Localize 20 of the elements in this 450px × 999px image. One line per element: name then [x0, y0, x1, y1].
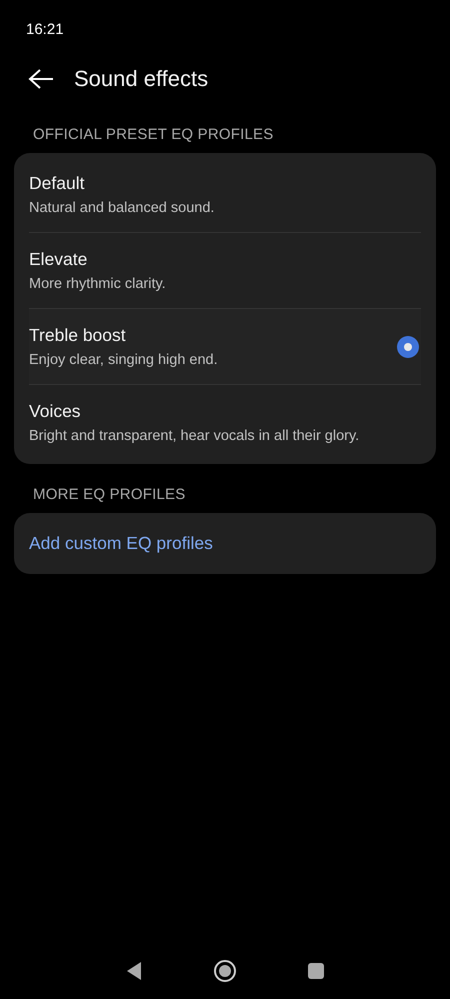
- add-profiles-link[interactable]: Add custom EQ profiles: [29, 513, 421, 574]
- option-title: Voices: [29, 401, 82, 422]
- option-title: Default: [29, 173, 86, 194]
- section-heading: OFFICIAL PRESET EQ PROFILES: [32, 126, 274, 143]
- option-description: Enjoy clear, singing high end.: [29, 352, 219, 368]
- page-title: Sound effects: [74, 66, 208, 92]
- eq-profile-option[interactable]: Voices Bright and transparent, hear vocals in all their glory.: [29, 384, 421, 460]
- recents-nav-button[interactable]: [307, 962, 325, 980]
- option-title: Elevate: [29, 249, 88, 270]
- option-description: Bright and transparent, hear vocals in all their glory.: [29, 428, 360, 444]
- section-heading: MORE EQ PROFILES: [32, 486, 186, 503]
- option-title: Treble boost: [29, 325, 127, 346]
- eq-profile-option[interactable]: Default Natural and balanced sound.: [29, 157, 421, 232]
- back-nav-button[interactable]: [125, 961, 143, 981]
- home-nav-button[interactable]: [213, 959, 237, 983]
- radio-button[interactable]: [397, 336, 419, 358]
- status-time: 16:21: [26, 20, 64, 38]
- option-description: Natural and balanced sound.: [29, 200, 216, 216]
- back-button[interactable]: [28, 68, 54, 90]
- option-description: More rhythmic clarity.: [29, 276, 167, 292]
